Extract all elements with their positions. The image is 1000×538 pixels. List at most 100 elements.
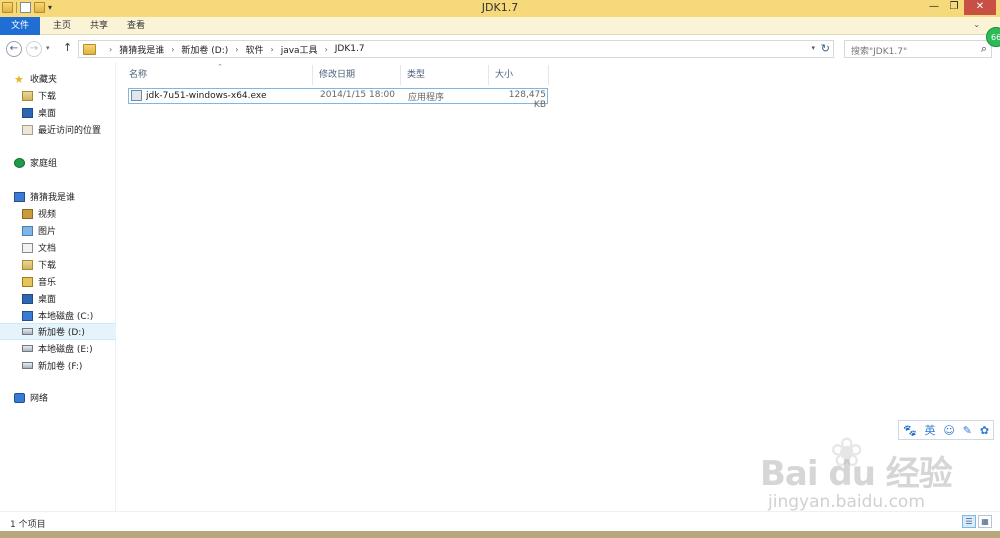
sidebar-item-pictures[interactable]: 图片 [0,222,116,239]
breadcrumb-item[interactable]: java工具 [281,43,318,56]
minimize-button[interactable]: — [924,0,944,15]
videos-folder-icon [22,208,33,219]
forward-button[interactable]: → [26,41,42,57]
file-name-cell: jdk-7u51-windows-x64.exe [131,90,267,101]
refresh-icon[interactable]: ↻ [821,42,830,55]
sidebar-item-label: 音乐 [38,278,57,288]
search-placeholder: 搜索"JDK1.7" [851,47,908,57]
breadcrumb-separator[interactable]: › [171,45,174,54]
taskbar [0,531,1000,538]
ime-settings-icon[interactable]: ✿ [980,424,989,437]
homegroup-icon [14,157,25,168]
ime-language-toggle[interactable]: 英 [925,422,936,438]
sidebar-item-label: 文档 [38,244,57,254]
baidu-watermark: ❀ Bai du 经验 jingyan.baidu.com [760,430,1000,520]
title-bar: ▾ JDK1.7 — ❐ ✕ [0,0,1000,17]
tab-view[interactable]: 查看 [117,17,155,35]
search-input[interactable]: 搜索"JDK1.7" ⌕ [844,40,992,58]
expand-ribbon-chevron-icon[interactable]: ⌄ [973,20,980,29]
sidebar-item-homegroup[interactable]: 家庭组 [0,154,116,171]
system-drive-icon [22,310,33,321]
sidebar-item-drive-c[interactable]: 本地磁盘 (C:) [0,307,116,324]
watermark-url: jingyan.baidu.com [768,492,925,512]
drive-icon [22,345,33,352]
tab-home[interactable]: 主页 [43,17,81,35]
sidebar-item-label: 图片 [38,227,57,237]
column-header-date[interactable]: 修改日期 [313,65,401,85]
documents-folder-icon [22,242,33,253]
sidebar-item-label: 收藏夹 [30,75,58,85]
file-date: 2014/1/15 18:00 [320,90,395,100]
large-icons-view-button[interactable]: ▦ [978,515,992,528]
sidebar-item-downloads[interactable]: 下载 [0,87,116,104]
close-button[interactable]: ✕ [964,0,996,15]
sidebar-item-this-pc[interactable]: 猜猜我是谁 [0,188,116,205]
notification-badge[interactable]: 66 [986,27,1000,47]
details-view-button[interactable]: ☰ [962,515,976,528]
sidebar-item-recent-places[interactable]: 最近访问的位置 [0,121,116,138]
sidebar-item-label: 家庭组 [30,159,58,169]
ime-emoji-icon[interactable]: ☺ [943,424,954,437]
sidebar-item-label: 本地磁盘 (C:) [38,312,94,322]
file-size: 128,475 KB [508,90,546,110]
recent-places-icon [22,124,33,135]
tab-file[interactable]: 文件 [0,17,40,35]
column-header-type[interactable]: 类型 [401,65,489,85]
sidebar-item-label: 下载 [38,92,57,102]
file-list: ⌃ 名称 修改日期 类型 大小 jdk-7u51-windows-x64.exe… [117,62,1000,512]
window-title: JDK1.7 [481,1,519,14]
watermark-logo: Bai du 经验 [760,454,953,494]
downloads-folder-icon [22,90,33,101]
sidebar-item-label: 网络 [30,394,49,404]
tab-share[interactable]: 共享 [80,17,118,35]
search-icon[interactable]: ⌕ [981,42,987,56]
sidebar-item-drive-e[interactable]: 本地磁盘 (E:) [0,340,116,357]
sidebar-item-videos[interactable]: 视频 [0,205,116,222]
column-header-name[interactable]: 名称 [123,65,313,85]
sidebar-item-label: 下载 [38,261,57,271]
address-bar[interactable]: › 猜猜我是谁 › 新加卷 (D:) › 软件 › java工具 › JDK1.… [78,40,834,58]
sidebar-item-desktop-pc[interactable]: 桌面 [0,290,116,307]
breadcrumb-separator[interactable]: › [325,45,328,54]
sidebar-item-label: 猜猜我是谁 [30,193,76,203]
back-button[interactable]: ← [6,41,22,57]
breadcrumb-item[interactable]: 新加卷 (D:) [181,43,228,56]
sidebar-item-desktop[interactable]: 桌面 [0,104,116,121]
sidebar-item-drive-f[interactable]: 新加卷 (F:) [0,357,116,374]
column-header-size[interactable]: 大小 [489,65,549,85]
sidebar-item-label: 新加卷 (D:) [38,328,85,338]
breadcrumb-separator[interactable]: › [271,45,274,54]
downloads-folder-icon [22,259,33,270]
sidebar-item-downloads-pc[interactable]: 下载 [0,256,116,273]
table-row[interactable]: jdk-7u51-windows-x64.exe 2014/1/15 18:00… [128,88,548,110]
sidebar-item-favorites[interactable]: ★ 收藏夹 [0,70,116,87]
sidebar-item-label: 本地磁盘 (E:) [38,345,93,355]
baidu-paw-logo-icon: ❀ [830,430,864,476]
music-folder-icon [22,276,33,287]
ime-paw-icon[interactable]: 🐾 [903,424,917,437]
up-button[interactable]: ↑ [63,41,72,54]
desktop-icon [22,293,33,304]
breadcrumb-item[interactable]: 猜猜我是谁 [119,43,164,56]
computer-icon [14,191,25,202]
breadcrumb-separator[interactable]: › [235,45,238,54]
sidebar-item-label: 视频 [38,210,57,220]
sidebar-item-music[interactable]: 音乐 [0,273,116,290]
sidebar-item-drive-d[interactable]: 新加卷 (D:) [0,323,116,340]
breadcrumb-separator[interactable]: › [109,45,112,54]
breadcrumb-item-current[interactable]: JDK1.7 [335,44,365,54]
navigation-bar: ← → ▾ ↑ › 猜猜我是谁 › 新加卷 (D:) › 软件 › java工具… [0,36,1000,62]
pictures-folder-icon [22,225,33,236]
drive-icon [22,328,33,335]
status-bar: 1 个项目 ☰ ▦ [0,511,1000,531]
restore-button[interactable]: ❐ [944,0,964,15]
recent-locations-chevron-icon[interactable]: ▾ [46,44,50,52]
ime-handwrite-icon[interactable]: ✎ [963,424,972,437]
address-history-chevron-icon[interactable]: ▾ [811,44,815,52]
sidebar-item-label: 新加卷 (F:) [38,362,83,372]
sidebar-item-network[interactable]: 网络 [0,389,116,406]
star-icon: ★ [14,72,24,86]
executable-file-icon [131,90,142,101]
breadcrumb-item[interactable]: 软件 [245,43,263,56]
sidebar-item-documents[interactable]: 文档 [0,239,116,256]
